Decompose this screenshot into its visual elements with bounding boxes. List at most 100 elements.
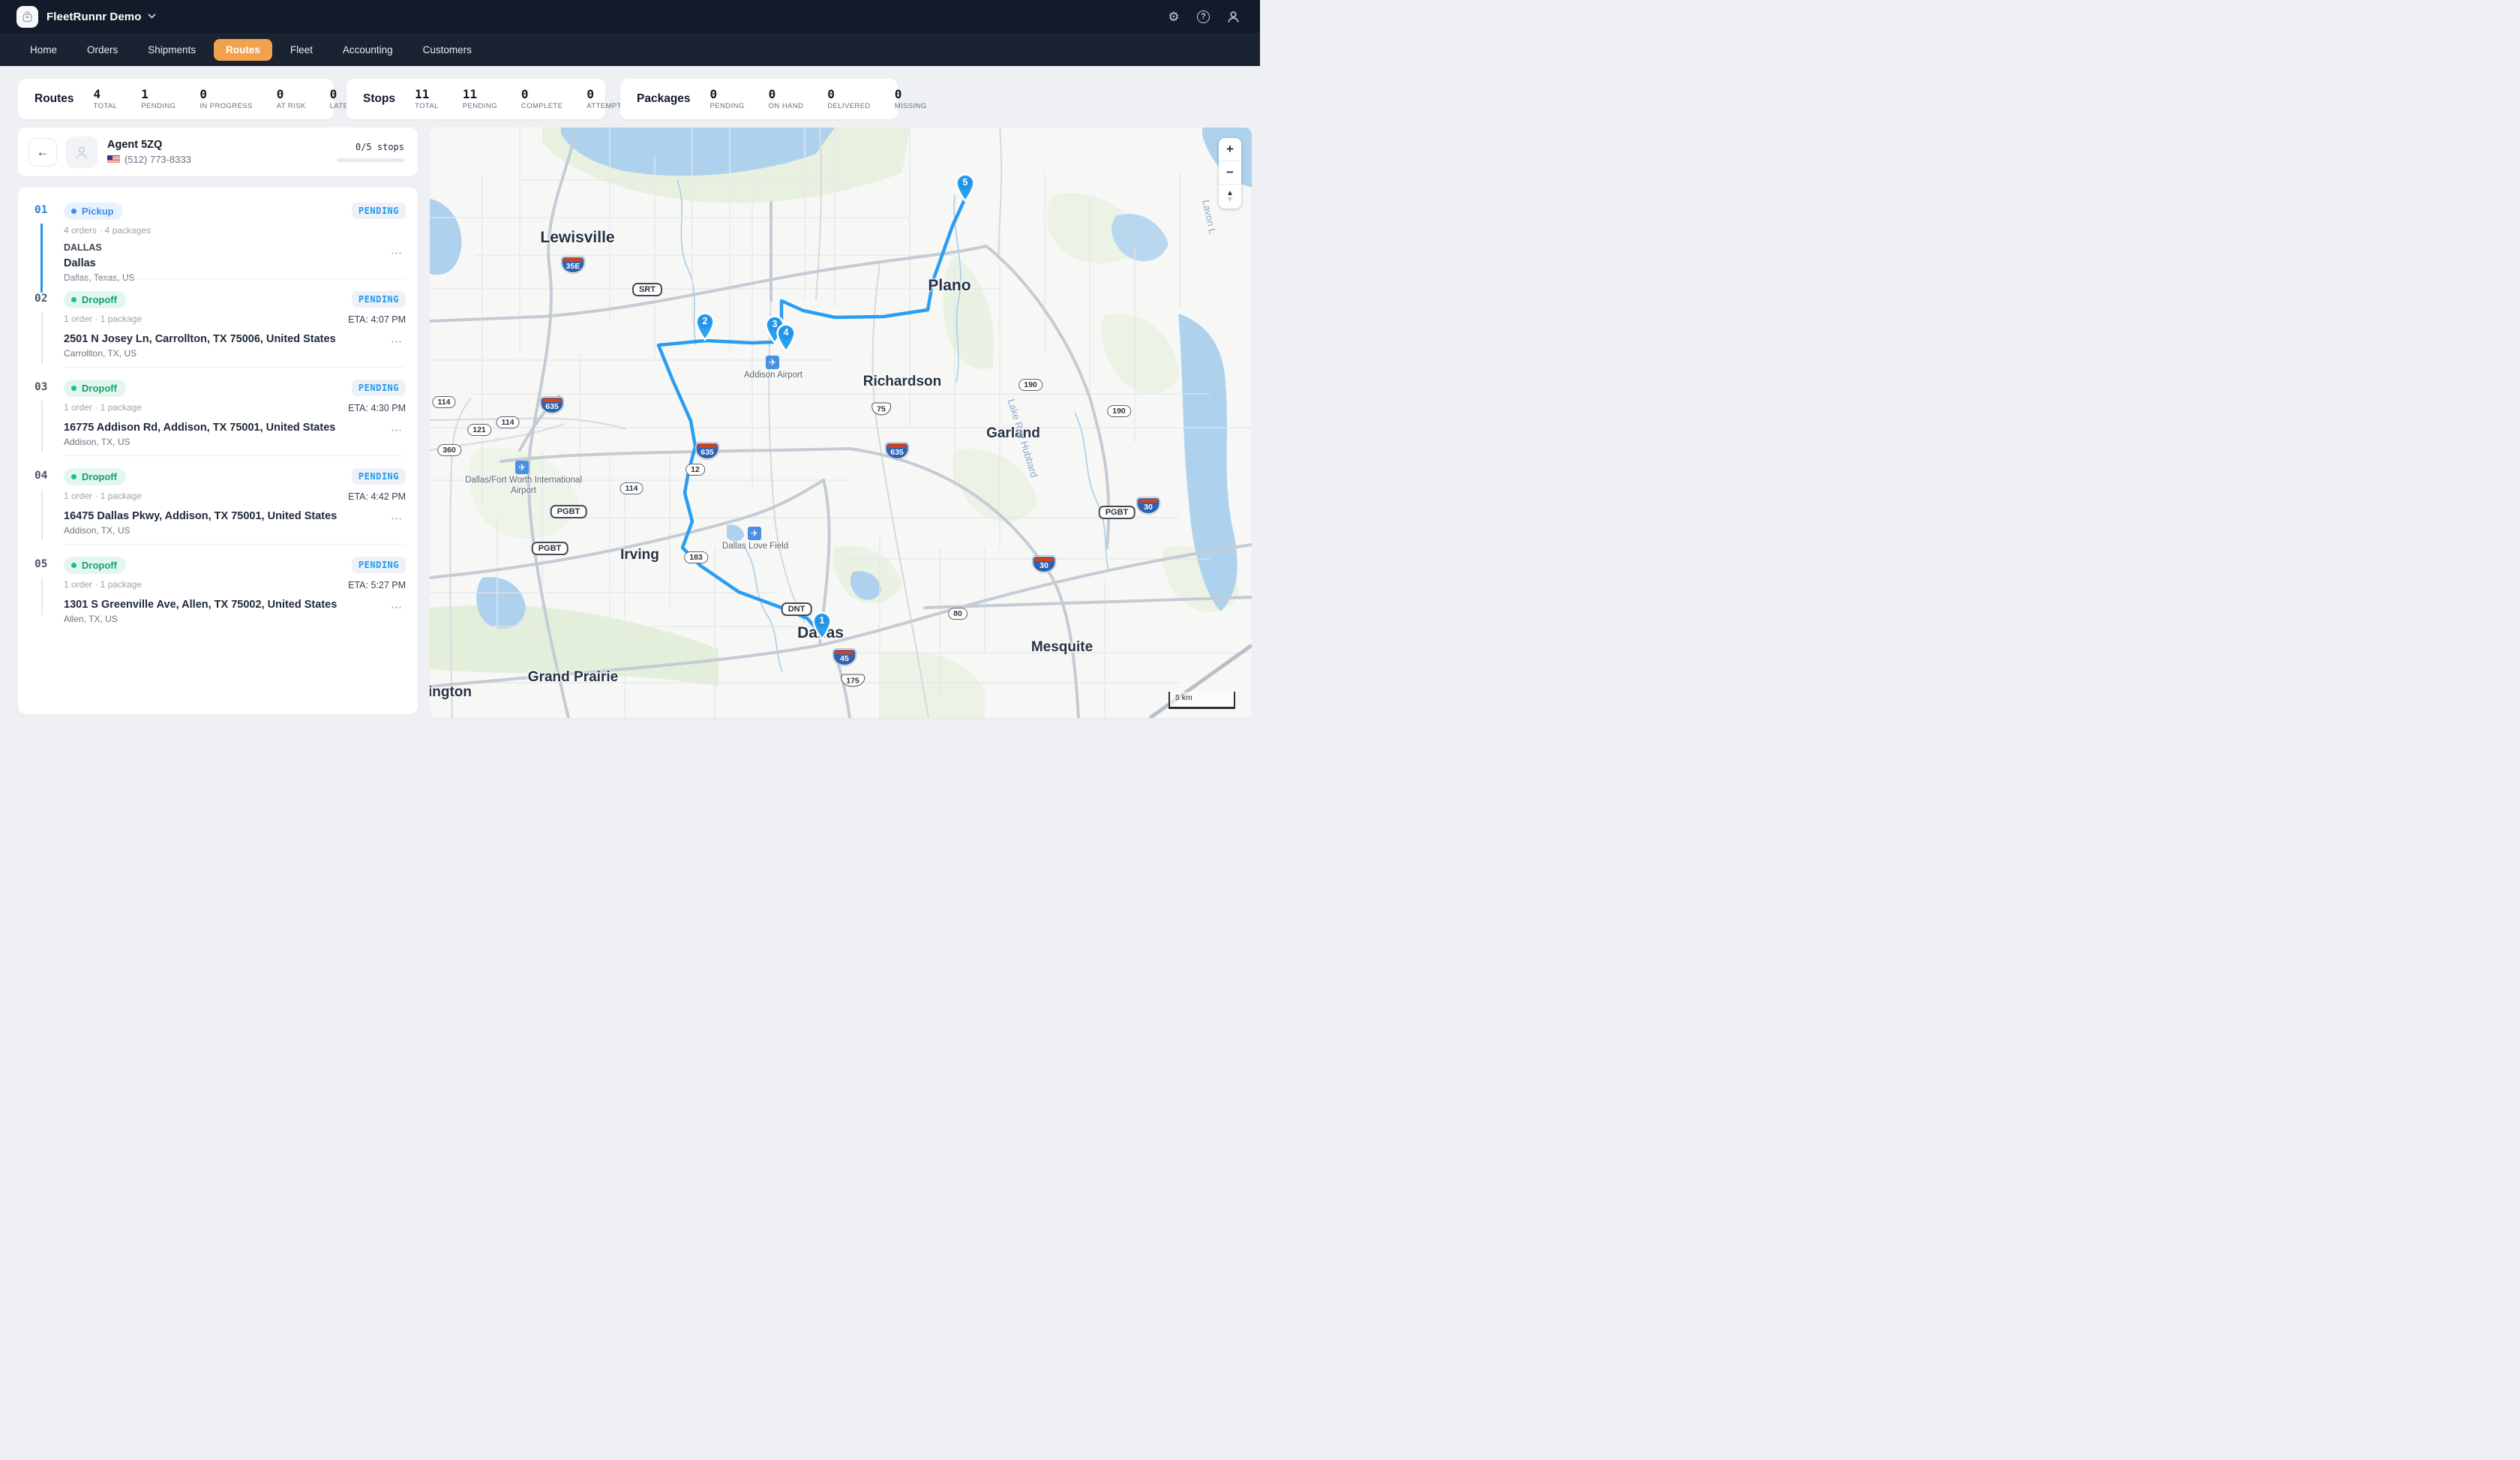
- stop-subtitle: Allen, TX, US: [64, 614, 406, 624]
- airplane-icon-addison: ✈: [766, 356, 779, 369]
- route-stops-list: 01 Pickup 4 orders · 4 packages DALLAS D…: [18, 188, 418, 714]
- stop-eta: ETA: 5:27 PM: [348, 580, 406, 590]
- route-polyline: [658, 198, 965, 635]
- airplane-icon-dfw: ✈: [515, 461, 529, 474]
- stop-eta: ETA: 4:07 PM: [348, 314, 406, 325]
- shield-190b: 190: [1107, 405, 1131, 417]
- stop-type-badge-dropoff: Dropoff: [64, 468, 126, 485]
- tab-fleet[interactable]: Fleet: [278, 39, 325, 61]
- stops-total-value: 11: [415, 88, 439, 101]
- route-connector: [41, 401, 43, 452]
- account-icon[interactable]: [1226, 9, 1240, 24]
- map-scale-bar: 5 km: [1168, 692, 1235, 709]
- settings-gear-icon[interactable]: ⚙: [1166, 9, 1181, 24]
- tab-home[interactable]: Home: [18, 39, 69, 61]
- stop-eta: ETA: 4:42 PM: [348, 491, 406, 502]
- stop-type-badge-dropoff: Dropoff: [64, 291, 126, 308]
- app-logo[interactable]: [16, 6, 38, 28]
- stop-type-badge-pickup: Pickup: [64, 203, 123, 220]
- map-marker-1[interactable]: 1: [811, 611, 833, 640]
- city-label-plano: Plano: [928, 277, 970, 295]
- agent-phone[interactable]: (512) 773-8333: [124, 154, 191, 165]
- route-connector: [41, 489, 43, 540]
- poi-label-addison-airport: Addison Airport: [744, 370, 802, 380]
- top-bar: FleetRunnr Demo ⚙ ?: [0, 0, 1260, 33]
- routes-stats-card: Routes 4TOTAL 1PENDING 0IN PROGRESS 0AT …: [18, 79, 334, 119]
- stop-title: 2501 N Josey Ln, Carrollton, TX 75006, U…: [64, 333, 406, 345]
- stop-menu-button[interactable]: ⋯: [391, 516, 403, 522]
- shield-pgbt-c: PGBT: [1099, 506, 1136, 519]
- back-button[interactable]: ←: [28, 138, 57, 167]
- bag-icon: [22, 11, 33, 23]
- shield-360: 360: [437, 444, 461, 456]
- stop-item-2[interactable]: 02 Dropoff 1 order · 1 package 2501 N Jo…: [18, 279, 418, 368]
- tab-routes[interactable]: Routes: [214, 39, 272, 61]
- packages-card-title: Packages: [620, 79, 691, 119]
- poi-label-dallas-love-field: Dallas Love Field: [722, 541, 788, 551]
- shield-114: 114: [433, 396, 456, 408]
- person-icon: [74, 145, 89, 160]
- compass-reset-button[interactable]: ▲ ▼: [1219, 185, 1241, 209]
- packages-pending-value: 0: [710, 88, 745, 101]
- tab-accounting[interactable]: Accounting: [331, 39, 405, 61]
- help-icon[interactable]: ?: [1197, 11, 1210, 23]
- map-marker-4[interactable]: 4: [775, 323, 797, 352]
- pickup-dot-icon: [71, 209, 76, 214]
- shield-pgbt-a: PGBT: [550, 505, 587, 518]
- stop-subtitle: Addison, TX, US: [64, 437, 406, 447]
- routes-total-value: 4: [94, 88, 118, 101]
- status-badge: PENDING: [352, 468, 406, 485]
- packages-missing-value: 0: [895, 88, 927, 101]
- stop-item-1[interactable]: 01 Pickup 4 orders · 4 packages DALLAS D…: [18, 191, 418, 279]
- city-label-lewisville: Lewisville: [540, 229, 614, 247]
- stop-menu-button[interactable]: ⋯: [391, 605, 403, 611]
- tab-orders[interactable]: Orders: [75, 39, 130, 61]
- shield-190a: 190: [1018, 379, 1042, 391]
- city-label-grand-prairie: Grand Prairie: [528, 669, 618, 686]
- stop-subtitle: Addison, TX, US: [64, 525, 406, 536]
- packages-stats-card: Packages 0PENDING 0ON HAND 0DELIVERED 0M…: [620, 79, 898, 119]
- stop-item-3[interactable]: 03 Dropoff 1 order · 1 package 16775 Add…: [18, 368, 418, 456]
- stops-progress-text: 0/5 stops: [337, 142, 404, 152]
- shield-srt: SRT: [632, 283, 662, 296]
- chevron-down-icon[interactable]: [148, 14, 156, 20]
- stop-menu-button[interactable]: ⋯: [391, 339, 403, 345]
- zoom-out-button[interactable]: −: [1219, 161, 1241, 184]
- tab-shipments[interactable]: Shipments: [136, 39, 208, 61]
- map-canvas[interactable]: Lewisville Plano Richardson Garland Mesq…: [430, 128, 1252, 718]
- shield-pgbt-b: PGBT: [532, 542, 568, 555]
- status-badge: PENDING: [352, 291, 406, 308]
- city-label-arlington-partial: ington: [430, 684, 472, 701]
- summary-stats-row: Routes 4TOTAL 1PENDING 0IN PROGRESS 0AT …: [18, 79, 1242, 119]
- tab-customers[interactable]: Customers: [411, 39, 484, 61]
- dropoff-dot-icon: [71, 386, 76, 391]
- route-connector: [41, 312, 43, 363]
- agent-name: Agent 5ZQ: [107, 139, 191, 152]
- poi-label-dfw-airport: Dallas/Fort Worth International Airport: [460, 475, 587, 496]
- routes-inprogress-value: 0: [200, 88, 252, 101]
- map-marker-2[interactable]: 2: [694, 312, 716, 341]
- stop-meta: 4 orders · 4 packages: [64, 225, 406, 236]
- compass-south-icon: ▼: [1226, 197, 1234, 203]
- shield-114c: 114: [620, 482, 644, 494]
- stop-menu-button[interactable]: ⋯: [391, 428, 403, 434]
- stop-item-5[interactable]: 05 Dropoff 1 order · 1 package 1301 S Gr…: [18, 545, 418, 633]
- stop-title: Dallas: [64, 257, 406, 269]
- stop-item-4[interactable]: 04 Dropoff 1 order · 1 package 16475 Dal…: [18, 456, 418, 545]
- shield-dnt: DNT: [782, 602, 812, 616]
- stop-title: 16475 Dallas Pkwy, Addison, TX 75001, Un…: [64, 510, 406, 522]
- map-marker-5[interactable]: 5: [954, 173, 976, 202]
- agent-header-card: ← Agent 5ZQ (512) 773-8333 0/5 stops: [18, 128, 418, 176]
- stops-stats-card: Stops 11TOTAL 11PENDING 0COMPLETE 0ATTEM…: [346, 79, 605, 119]
- stop-menu-button[interactable]: ⋯: [391, 251, 403, 257]
- stop-type-badge-dropoff: Dropoff: [64, 380, 126, 397]
- map-zoom-control: + − ▲ ▼: [1219, 138, 1241, 209]
- packages-onhand-value: 0: [769, 88, 804, 101]
- stop-title: 1301 S Greenville Ave, Allen, TX 75002, …: [64, 599, 406, 611]
- stop-eta: ETA: 4:30 PM: [348, 403, 406, 413]
- stop-subtitle: Carrollton, TX, US: [64, 348, 406, 359]
- shield-us80: 80: [948, 608, 968, 620]
- zoom-in-button[interactable]: +: [1219, 138, 1241, 161]
- org-title: FleetRunnr Demo: [46, 11, 142, 23]
- routes-pending-value: 1: [141, 88, 176, 101]
